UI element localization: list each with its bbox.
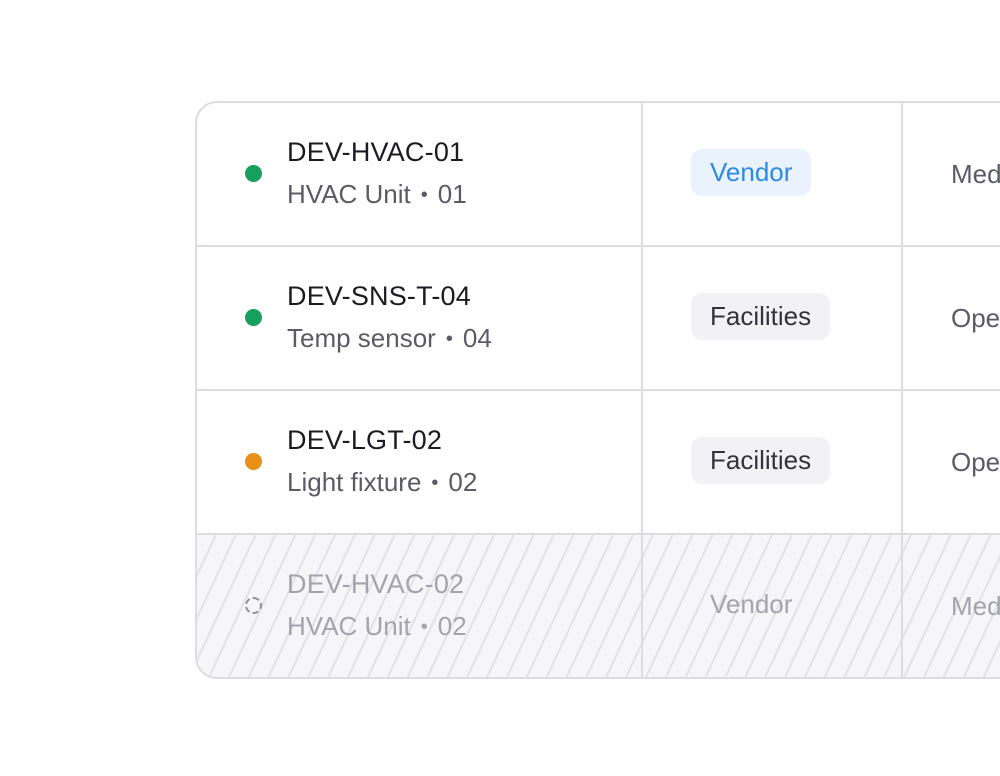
priority-label: Open — [951, 303, 1000, 333]
device-type: Temp sensor — [287, 323, 436, 353]
table-row-disabled: DEV-HVAC-02 HVAC Unit • 02 Vendor Medium — [197, 535, 1000, 677]
priority-cell: Open — [903, 247, 1000, 389]
device-id: DEV-LGT-02 — [287, 425, 443, 455]
team-chip[interactable]: Vendor — [691, 149, 812, 196]
device-subtitle: HVAC Unit • 01 — [287, 179, 467, 210]
device-cell: DEV-LGT-02 Light fixture • 02 — [197, 391, 643, 533]
priority-cell: Medium — [903, 103, 1000, 245]
device-id: DEV-SNS-T-04 — [287, 281, 471, 311]
status-warning-icon — [245, 453, 262, 470]
separator-dot: • — [420, 616, 428, 638]
team-chip[interactable]: Facilities — [691, 293, 831, 340]
device-id: DEV-HVAC-01 — [287, 137, 465, 167]
device-number: 04 — [462, 323, 492, 353]
device-type: HVAC Unit — [287, 611, 411, 641]
priority-label: Medium — [951, 591, 1000, 621]
priority-cell: Open — [903, 391, 1000, 533]
priority-cell: Medium — [903, 535, 1000, 677]
stage: DEV-HVAC-01 HVAC Unit • 01 Vendor Medium D… — [0, 0, 1000, 776]
team-chip[interactable]: Facilities — [691, 437, 831, 484]
status-online-icon — [245, 165, 262, 182]
team-cell: Facilities — [643, 391, 903, 533]
table-row[interactable]: DEV-HVAC-01 HVAC Unit • 01 Vendor Medium — [197, 103, 1000, 247]
device-cell: DEV-SNS-T-04 Temp sensor • 04 — [197, 247, 643, 389]
priority-label: Open — [951, 447, 1000, 477]
device-type: HVAC Unit — [287, 179, 411, 209]
device-table: DEV-HVAC-01 HVAC Unit • 01 Vendor Medium D… — [195, 101, 1000, 679]
device-subtitle: Light fixture • 02 — [287, 467, 477, 498]
table-row[interactable]: DEV-LGT-02 Light fixture • 02 Facilities O… — [197, 391, 1000, 535]
device-subtitle: HVAC Unit • 02 — [287, 611, 467, 642]
device-cell: DEV-HVAC-01 HVAC Unit • 01 — [197, 103, 643, 245]
team-cell: Vendor — [643, 103, 903, 245]
team-cell: Vendor — [643, 535, 903, 677]
device-number: 01 — [437, 179, 467, 209]
separator-dot: • — [445, 328, 453, 350]
status-offline-icon — [245, 597, 262, 614]
priority-label: Medium — [951, 159, 1000, 189]
device-type: Light fixture — [287, 467, 422, 497]
status-online-icon — [245, 309, 262, 326]
device-number: 02 — [437, 611, 467, 641]
device-subtitle: Temp sensor • 04 — [287, 323, 492, 354]
separator-dot: • — [420, 184, 428, 206]
team-cell: Facilities — [643, 247, 903, 389]
separator-dot: • — [431, 472, 439, 494]
device-id: DEV-HVAC-02 — [287, 569, 465, 599]
device-number: 02 — [448, 467, 478, 497]
device-cell: DEV-HVAC-02 HVAC Unit • 02 — [197, 535, 643, 677]
table-row[interactable]: DEV-SNS-T-04 Temp sensor • 04 Facilities O… — [197, 247, 1000, 391]
team-chip: Vendor — [710, 589, 793, 619]
